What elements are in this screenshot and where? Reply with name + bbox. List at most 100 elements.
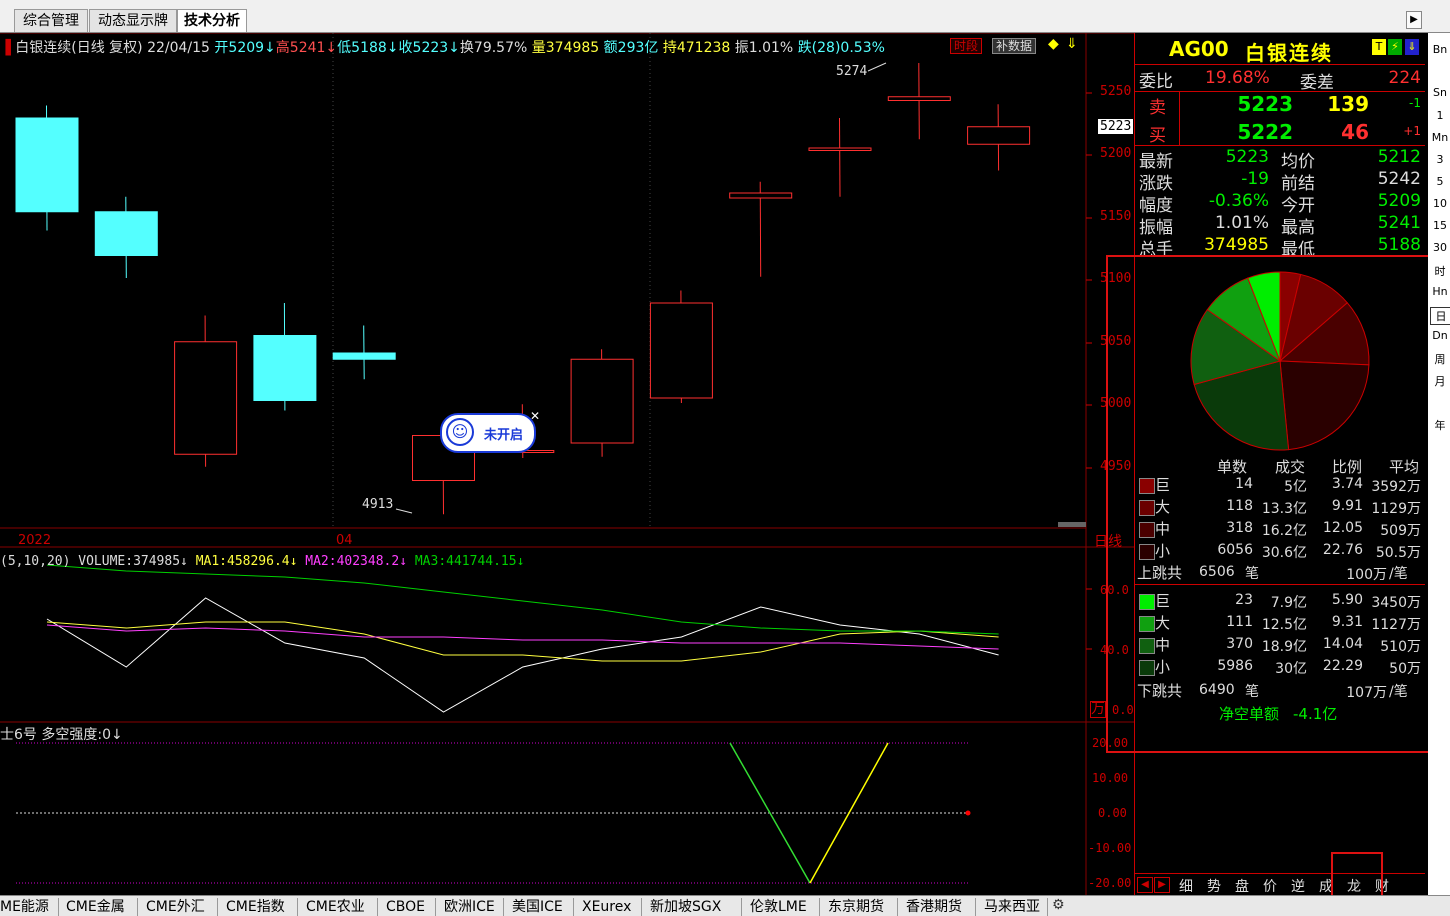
period-item[interactable]: 5 — [1430, 175, 1450, 188]
quote-value: 374985 — [1204, 235, 1269, 255]
subtab-detail[interactable]: 细 — [1179, 876, 1193, 896]
divider — [1135, 64, 1425, 65]
settings-icon[interactable]: ⚙ — [1052, 897, 1065, 913]
period-item[interactable]: 1 — [1430, 109, 1450, 122]
top-tab-bar: 综合管理 动态显示牌 技术分析 ▶ — [0, 0, 1450, 33]
subtab-reverse[interactable]: 逆 — [1291, 876, 1305, 896]
exchange-tab[interactable]: 欧洲ICE — [438, 898, 504, 916]
tab-comprehensive[interactable]: 综合管理 — [14, 9, 88, 32]
period-item[interactable]: Dn — [1430, 329, 1450, 342]
period-item[interactable]: Mn — [1430, 131, 1450, 144]
prev-icon[interactable]: ◀ — [1137, 877, 1153, 893]
exchange-tab[interactable]: CBOE — [380, 898, 436, 916]
period-item[interactable]: 30 — [1430, 241, 1450, 254]
close-icon[interactable]: ✕ — [530, 409, 540, 423]
exchange-tab[interactable]: CME外汇 — [140, 898, 218, 916]
exchange-tab[interactable]: 东京期货 — [822, 898, 898, 916]
indicator-dot — [965, 810, 971, 816]
exchange-tab[interactable]: 新加坡SGX — [644, 898, 742, 916]
period-item[interactable]: Bn — [1430, 43, 1450, 56]
chart-amount: 额293亿 — [603, 40, 659, 56]
indicator-name: 士6号 — [0, 727, 37, 743]
committee-ratio: 19.68% — [1205, 68, 1270, 88]
volume-value: VOLUME:374985 — [78, 554, 181, 569]
period-item-active[interactable]: 日 — [1430, 307, 1450, 325]
exchange-tab[interactable]: 香港期货 — [900, 898, 976, 916]
candle-body — [94, 211, 158, 256]
chevron-down-icon[interactable]: ⇓ — [1066, 36, 1078, 52]
period-item[interactable]: 周 — [1430, 351, 1450, 367]
candle-body — [887, 96, 951, 101]
period-item[interactable]: Sn — [1430, 86, 1450, 99]
chart-low: 低5188 — [337, 40, 387, 56]
highlight-frame — [1106, 255, 1440, 753]
tab-dynamic-board[interactable]: 动态显示牌 — [89, 9, 177, 32]
period-item[interactable]: 年 — [1430, 417, 1450, 433]
user-icon: ☺ — [446, 418, 474, 446]
info-icon[interactable]: T — [1372, 39, 1386, 55]
scroll-handle[interactable] — [1058, 522, 1086, 527]
next-icon[interactable]: ▶ — [1154, 877, 1170, 893]
candle-body — [967, 126, 1031, 145]
scroll-right-icon[interactable]: ▶ — [1406, 11, 1422, 29]
fill-data-button[interactable]: 补数据 — [992, 38, 1037, 54]
period-item[interactable]: 10 — [1430, 197, 1450, 210]
period-item[interactable]: 15 — [1430, 219, 1450, 232]
indicator-tick: -10.00 — [1088, 841, 1132, 855]
quote-value: 5242 — [1377, 169, 1421, 189]
flash-icon[interactable]: ⚡ — [1388, 39, 1402, 55]
chevron-down-icon[interactable]: ⇓ — [1405, 39, 1419, 55]
quote-value: 5209 — [1377, 191, 1421, 211]
kline-chart[interactable] — [0, 33, 1134, 895]
low-mark-line — [395, 508, 413, 514]
chart-amplitude: 振1.01% — [734, 40, 794, 56]
arrow-down-icon: ↓ — [289, 554, 298, 569]
low-mark-label: 4913 — [362, 497, 394, 512]
period-item[interactable]: 3 — [1430, 153, 1450, 166]
chart-info-bar: ▐ 白银连续(日线 复权) 22/04/15 开5209↓高5241↓低5188… — [0, 37, 885, 57]
floating-widget[interactable]: ☺ 未开启 — [440, 413, 536, 453]
buy-label: 买 — [1149, 126, 1166, 146]
exchange-tab[interactable]: CME农业 — [300, 898, 378, 916]
arrow-down-icon: ↓ — [325, 40, 338, 56]
period-item[interactable]: 时 — [1430, 263, 1450, 279]
quote-value: -0.36% — [1208, 191, 1269, 211]
arrow-down-icon: ↓ — [448, 40, 460, 56]
exchange-tab[interactable]: 马来西亚 — [978, 898, 1048, 916]
exchange-tab-bar: ME能源 CME金属 CME外汇 CME指数 CME农业 CBOE 欧洲ICE … — [0, 895, 1450, 916]
current-price-tag: 5223 — [1098, 119, 1134, 134]
diamond-icon[interactable]: ◆ — [1048, 36, 1059, 52]
chart-name: 白银连续(日线 复权) — [15, 40, 143, 56]
exchange-tab[interactable]: CME指数 — [220, 898, 298, 916]
period-item[interactable]: 月 — [1430, 373, 1450, 389]
exchange-tab[interactable]: 美国ICE — [506, 898, 574, 916]
period-item[interactable]: Hn — [1430, 285, 1450, 298]
candle-body — [570, 358, 634, 444]
committee-diff-label: 委差 — [1300, 73, 1334, 93]
candle-body — [729, 192, 793, 199]
exchange-tab[interactable]: CME金属 — [60, 898, 138, 916]
committee-ratio-label: 委比 — [1139, 72, 1173, 92]
high-mark-line — [867, 62, 887, 72]
timeframe-button[interactable]: 时段 — [950, 38, 983, 54]
buy-price: 5222 — [1237, 120, 1293, 144]
candle-wick — [918, 62, 920, 140]
exchange-tab[interactable]: ME能源 — [0, 898, 59, 916]
volume-params: (5,10,20) — [0, 554, 71, 569]
subtab-trend[interactable]: 势 — [1207, 876, 1221, 896]
chart-area[interactable]: ▐ 白银连续(日线 复权) 22/04/15 开5209↓高5241↓低5188… — [0, 33, 1134, 895]
tab-technical-analysis[interactable]: 技术分析 — [177, 9, 247, 32]
candle-body — [332, 352, 396, 360]
sell-change: -1 — [1409, 96, 1421, 110]
candle-body — [649, 302, 713, 399]
candle-body — [253, 335, 317, 401]
exchange-tab[interactable]: 伦敦LME — [744, 898, 820, 916]
subtab-price[interactable]: 价 — [1263, 876, 1277, 896]
buy-change: +1 — [1403, 124, 1421, 138]
panel-title: AG00 白银连续 T ⚡ ⇓ — [1135, 33, 1425, 65]
exchange-tab[interactable]: XEurex — [576, 898, 642, 916]
subtab-board[interactable]: 盘 — [1235, 876, 1249, 896]
chart-high: 高5241 — [275, 40, 326, 56]
sell-price: 5223 — [1237, 92, 1293, 116]
chart-date: 22/04/15 — [147, 40, 210, 56]
